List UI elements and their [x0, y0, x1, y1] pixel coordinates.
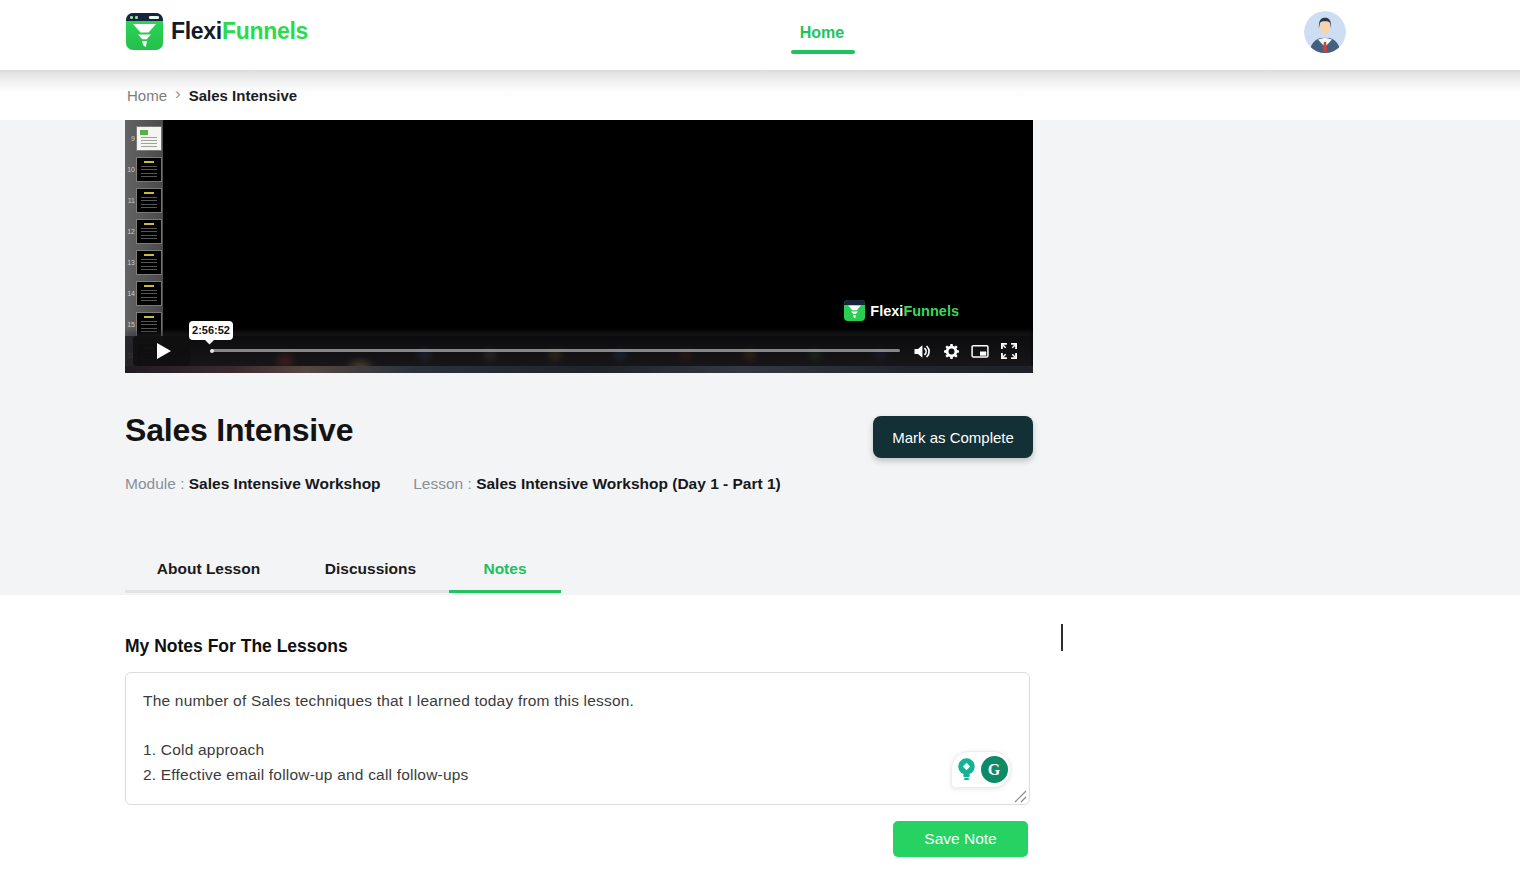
filmstrip-slide-11[interactable]: 11: [125, 189, 163, 212]
tab-notes[interactable]: Notes: [449, 552, 561, 593]
filmstrip-slide-thumbnail[interactable]: [137, 189, 161, 212]
settings-gear-icon: [942, 342, 961, 361]
save-note-button[interactable]: Save Note: [893, 821, 1028, 857]
filmstrip-slide-thumbnail[interactable]: [137, 282, 161, 305]
filmstrip-slide-number: 14: [125, 290, 135, 297]
breadcrumb-current: Sales Intensive: [189, 87, 297, 104]
filmstrip-slide-number: 12: [125, 228, 135, 235]
video-watermark: FlexiFunnels: [844, 300, 959, 321]
nav-home-link[interactable]: Home: [780, 0, 864, 70]
breadcrumb-home[interactable]: Home: [127, 87, 167, 104]
filmstrip-slide-number: 10: [125, 166, 135, 173]
grammarly-g-icon[interactable]: G: [981, 756, 1008, 783]
video-controls: 2:56:52: [125, 336, 1033, 366]
volume-button[interactable]: [912, 341, 932, 361]
nav-home-label: Home: [800, 24, 844, 42]
watermark-funnels: Funnels: [903, 303, 959, 319]
seek-time-tooltip: 2:56:52: [189, 321, 233, 340]
tab-label: Notes: [483, 560, 526, 577]
brand-logo-icon: [126, 13, 163, 50]
grammarly-suggestion-icon[interactable]: [955, 756, 978, 783]
filmstrip-slide-number: 11: [125, 197, 135, 204]
notes-section: My Notes For The Lessons The number of S…: [0, 595, 1520, 891]
filmstrip-slide-thumbnail[interactable]: [137, 127, 161, 150]
fullscreen-icon: [999, 341, 1019, 361]
breadcrumb-separator-icon: ›: [175, 84, 181, 104]
filmstrip-slide-10[interactable]: 10: [125, 158, 163, 181]
page: FlexiFunnels Home Home › Sales Intensive: [0, 0, 1520, 891]
grammarly-widget[interactable]: G: [951, 751, 1011, 788]
pip-button[interactable]: [970, 341, 990, 361]
user-avatar[interactable]: [1304, 11, 1346, 53]
tab-discussions[interactable]: Discussions: [292, 552, 449, 590]
playhead[interactable]: [210, 349, 214, 353]
volume-icon: [912, 341, 932, 362]
filmstrip-slide-thumbnail[interactable]: [137, 220, 161, 243]
breadcrumb-bar: Home › Sales Intensive: [0, 70, 1520, 120]
tab-label: About Lesson: [157, 560, 260, 577]
header: FlexiFunnels Home: [0, 0, 1520, 70]
pip-icon: [970, 341, 990, 362]
notes-heading: My Notes For The Lessons: [125, 636, 348, 657]
funnel-icon: [131, 23, 158, 48]
tab-label: Discussions: [325, 560, 416, 577]
watermark-flexi: Flexi: [870, 303, 903, 319]
brand-name-flexi: Flexi: [171, 18, 222, 44]
textarea-resize-handle[interactable]: [1014, 790, 1027, 803]
lesson-label: Lesson :: [413, 475, 472, 492]
lesson-value: Sales Intensive Workshop (Day 1 - Part 1…: [476, 475, 781, 492]
video-bottom-edge: [125, 366, 1033, 373]
text-cursor-artifact: [1061, 624, 1063, 651]
module-value: Sales Intensive Workshop: [189, 475, 381, 492]
breadcrumb: Home › Sales Intensive: [127, 70, 297, 120]
fullscreen-button[interactable]: [999, 341, 1019, 361]
filmstrip-slide-9[interactable]: 9: [125, 127, 163, 150]
tab-about-lesson[interactable]: About Lesson: [125, 552, 292, 590]
brand-name-funnels: Funnels: [222, 18, 308, 44]
filmstrip-slide-12[interactable]: 12: [125, 220, 163, 243]
lesson-title: Sales Intensive: [125, 412, 353, 449]
content-band: 910111213141516 FlexiFunnels 2:56:52: [0, 120, 1520, 595]
filmstrip-slide-13[interactable]: 13: [125, 251, 163, 274]
video-player[interactable]: 910111213141516 FlexiFunnels 2:56:52: [125, 120, 1033, 373]
play-icon: [157, 343, 171, 359]
watermark-funnel-icon: [847, 305, 862, 319]
filmstrip-slide-14[interactable]: 14: [125, 282, 163, 305]
watermark-text: FlexiFunnels: [870, 303, 959, 319]
play-button[interactable]: [133, 336, 190, 366]
brand-logo[interactable]: FlexiFunnels: [126, 13, 308, 50]
filmstrip-slide-number: 13: [125, 259, 135, 266]
watermark-logo-icon: [844, 300, 865, 321]
progress-bar[interactable]: [211, 349, 900, 352]
filmstrip-slide-thumbnail[interactable]: [137, 158, 161, 181]
avatar-icon: [1304, 11, 1346, 53]
lesson-meta: Module : Sales Intensive Workshop Lesson…: [125, 475, 781, 493]
mark-as-complete-button[interactable]: Mark as Complete: [873, 416, 1033, 458]
nav-home-underline: [791, 50, 855, 54]
filmstrip-slide-thumbnail[interactable]: [137, 251, 161, 274]
brand-name: FlexiFunnels: [171, 18, 308, 45]
module-label: Module :: [125, 475, 184, 492]
filmstrip-slide-number: 9: [125, 135, 135, 142]
filmstrip-slide-number: 15: [125, 321, 135, 328]
settings-button[interactable]: [941, 341, 961, 361]
note-textarea[interactable]: The number of Sales techniques that I le…: [125, 672, 1030, 805]
tabs: About Lesson Discussions Notes: [125, 552, 561, 593]
